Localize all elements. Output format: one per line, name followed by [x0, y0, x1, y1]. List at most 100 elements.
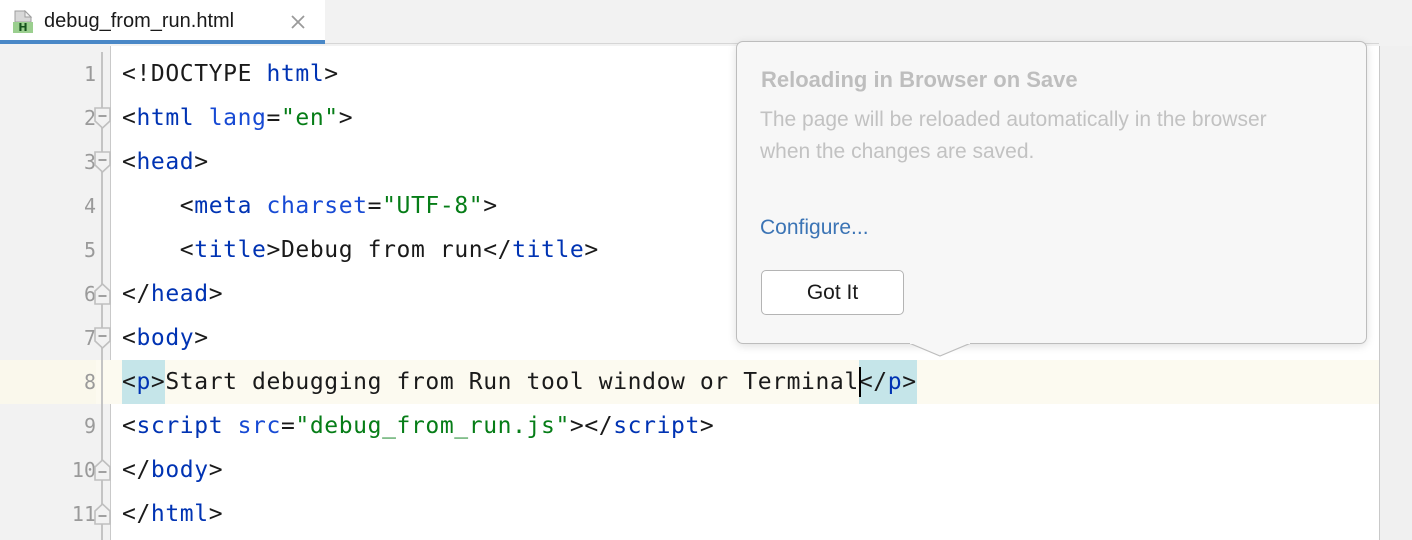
line-number: 5 — [0, 228, 96, 272]
code-token: > — [339, 96, 353, 140]
code-token: charset — [267, 184, 368, 228]
code-line-text: <head> — [122, 140, 209, 184]
html-icon-badge-text: H — [18, 21, 27, 34]
code-token: < — [122, 228, 194, 272]
code-token: > — [267, 228, 281, 272]
code-token: > — [700, 404, 714, 448]
editor-tab-bar: H debug_from_run.html — [0, 0, 1412, 46]
code-token: > — [584, 228, 598, 272]
code-token: > — [151, 360, 165, 404]
code-token: ></ — [570, 404, 613, 448]
code-line-text: <p>Start debugging from Run tool window … — [122, 360, 917, 404]
line-number: 10 — [0, 448, 96, 492]
html-file-icon: H — [12, 10, 34, 34]
code-token: meta — [194, 184, 252, 228]
code-token: > — [194, 140, 208, 184]
line-number: 11 — [0, 492, 96, 536]
active-tab-indicator — [0, 40, 325, 44]
editor-tab-label: debug_from_run.html — [44, 10, 234, 33]
code-token: = — [267, 96, 281, 140]
code-token: src — [238, 404, 281, 448]
fold-end-icon[interactable] — [94, 459, 111, 481]
code-token: < — [122, 316, 136, 360]
code-token: </ — [483, 228, 512, 272]
editor-tab-debug-from-run-html[interactable]: H debug_from_run.html — [0, 0, 325, 43]
code-token: "en" — [281, 96, 339, 140]
code-line-text: <meta charset="UTF-8"> — [122, 184, 498, 228]
code-line-text: <!DOCTYPE html> — [122, 52, 339, 96]
fold-collapse-icon[interactable] — [94, 107, 111, 129]
code-token: < — [122, 404, 136, 448]
code-token: title — [512, 228, 584, 272]
code-token: > — [194, 316, 208, 360]
code-token: <!DOCTYPE — [122, 52, 266, 96]
code-token: > — [902, 360, 916, 404]
code-token: = — [281, 404, 295, 448]
code-token: Debug from run — [281, 228, 483, 272]
code-token: </ — [122, 448, 151, 492]
code-token: Start debugging from Run tool window or … — [165, 360, 858, 404]
code-line-row[interactable]: 11 </html> — [0, 492, 1379, 536]
code-token: body — [136, 316, 194, 360]
code-token: title — [194, 228, 266, 272]
code-token: head — [136, 140, 194, 184]
line-number: 7 — [0, 316, 96, 360]
line-number: 1 — [0, 52, 96, 96]
line-number: 4 — [0, 184, 96, 228]
code-line-row[interactable]: 8<p>Start debugging from Run tool window… — [0, 360, 1379, 404]
code-token: html — [151, 492, 209, 536]
code-token — [194, 96, 208, 140]
code-token: > — [324, 52, 338, 96]
code-token: p — [888, 360, 902, 404]
popup-description: The page will be reloaded automatically … — [760, 104, 1288, 168]
line-number: 6 — [0, 272, 96, 316]
code-line-text: <title>Debug from run</title> — [122, 228, 599, 272]
code-token: = — [368, 184, 382, 228]
code-line-row[interactable]: 9<script src="debug_from_run.js"></scrip… — [0, 404, 1379, 448]
code-token: p — [136, 360, 150, 404]
code-token: head — [151, 272, 209, 316]
code-token: html — [136, 96, 194, 140]
code-line-text: </head> — [122, 272, 223, 316]
code-token: "UTF-8" — [382, 184, 483, 228]
line-number: 9 — [0, 404, 96, 448]
popup-tail-pointer — [909, 343, 971, 357]
code-token — [223, 404, 237, 448]
code-line-text: </html> — [122, 492, 223, 536]
fold-end-icon[interactable] — [94, 503, 111, 525]
code-token: script — [613, 404, 700, 448]
fold-collapse-icon[interactable] — [94, 151, 111, 173]
line-number: 2 — [0, 96, 96, 140]
code-token: < — [122, 360, 136, 404]
code-token — [252, 184, 266, 228]
configure-link[interactable]: Configure... — [760, 216, 869, 240]
line-number: 8 — [0, 360, 96, 404]
popup-title: Reloading in Browser on Save — [761, 67, 1078, 93]
text-caret — [859, 367, 861, 397]
code-token: > — [209, 448, 223, 492]
got-it-button[interactable]: Got It — [761, 270, 904, 315]
code-token: </ — [122, 492, 151, 536]
code-token: html — [266, 52, 324, 96]
fold-collapse-icon[interactable] — [94, 327, 111, 349]
close-icon[interactable] — [288, 12, 308, 32]
code-line-text: </body> — [122, 448, 223, 492]
code-token: </ — [122, 272, 151, 316]
code-line-text: <html lang="en"> — [122, 96, 353, 140]
code-token: < — [122, 140, 136, 184]
code-token: > — [483, 184, 497, 228]
code-line-text: <body> — [122, 316, 209, 360]
code-token: < — [122, 184, 194, 228]
code-token: script — [136, 404, 223, 448]
code-line-text: <script src="debug_from_run.js"></script… — [122, 404, 714, 448]
code-token: lang — [209, 96, 267, 140]
ide-window: H debug_from_run.html 1<!DOCTYPE html>2<… — [0, 0, 1412, 540]
line-number: 3 — [0, 140, 96, 184]
code-token: "debug_from_run.js" — [295, 404, 570, 448]
reloading-in-browser-popup: Reloading in Browser on Save The page wi… — [736, 41, 1367, 344]
code-token: > — [209, 272, 223, 316]
code-token: body — [151, 448, 209, 492]
code-line-row[interactable]: 10 </body> — [0, 448, 1379, 492]
scrollbar-marker-strip[interactable] — [1380, 46, 1412, 540]
fold-end-icon[interactable] — [94, 283, 111, 305]
